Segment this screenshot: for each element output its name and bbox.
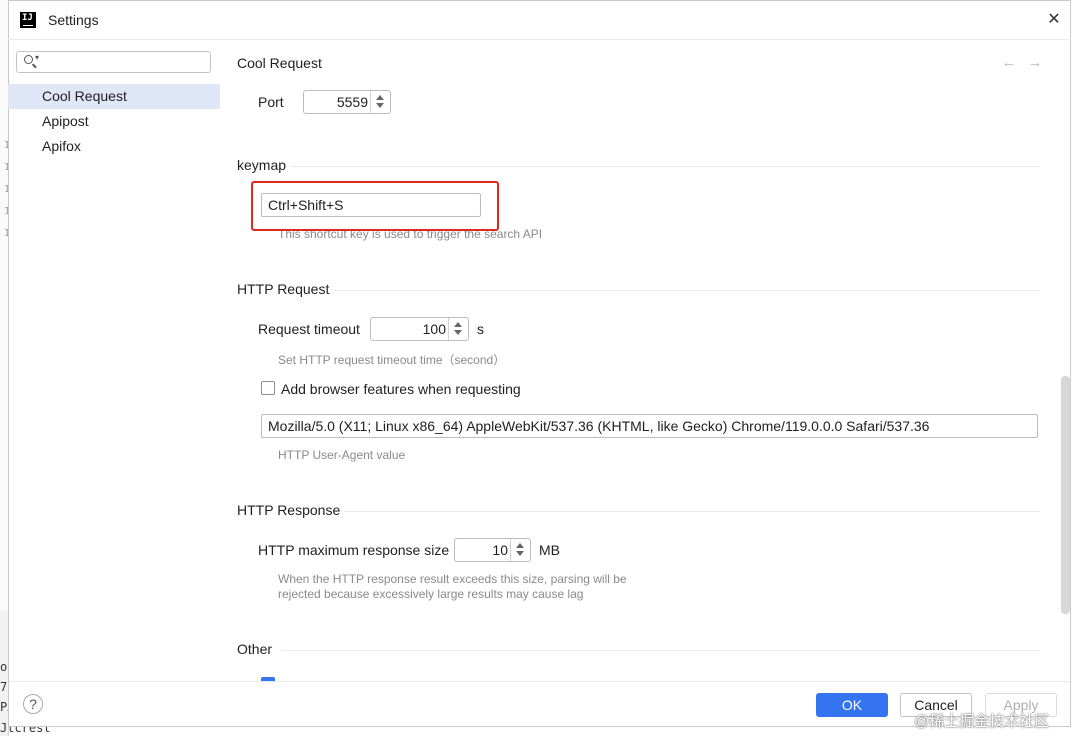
search-input[interactable] [45, 54, 205, 70]
chevron-up-icon[interactable] [516, 543, 524, 548]
browser-features-checkbox[interactable] [261, 381, 275, 395]
sidebar-item-apipost[interactable]: Apipost [8, 109, 220, 134]
section-divider [334, 290, 1040, 291]
request-timeout-spinner[interactable]: 100 [370, 317, 469, 341]
request-timeout-label: Request timeout [258, 321, 360, 337]
timeout-hint: Set HTTP request timeout time（second） [278, 353, 506, 367]
app-logo-icon: IJ [20, 12, 36, 28]
user-agent-hint: HTTP User-Agent value [278, 448, 406, 462]
section-divider [290, 166, 1040, 167]
chevron-up-icon[interactable] [376, 95, 384, 100]
chevron-up-icon[interactable] [454, 322, 462, 327]
window-title: Settings [48, 12, 99, 28]
footer-divider [9, 681, 1070, 682]
spinner-buttons[interactable] [510, 539, 530, 561]
port-spinner[interactable]: 5559 [303, 90, 391, 114]
chevron-down-icon[interactable]: ▾ [35, 53, 39, 62]
section-title-http-response: HTTP Response [237, 502, 341, 518]
timeout-unit: s [477, 321, 484, 337]
request-timeout-value[interactable]: 100 [423, 321, 446, 337]
response-size-hint-line2: rejected because excessively large resul… [278, 587, 584, 601]
ok-button[interactable]: OK [816, 693, 888, 717]
spinner-buttons[interactable] [370, 91, 390, 113]
max-response-size-label: HTTP maximum response size [258, 542, 450, 558]
page-title: Cool Request [237, 55, 322, 71]
content-scrollbar[interactable] [1061, 376, 1070, 614]
highlight-annotation [251, 181, 499, 231]
section-title-keymap: keymap [237, 157, 287, 173]
user-agent-field[interactable]: Mozilla/5.0 (X11; Linux x86_64) AppleWeb… [261, 414, 1038, 438]
watermark: @稀土掘金技术社区 [914, 713, 1050, 730]
max-response-size-spinner[interactable]: 10 [454, 538, 531, 562]
arrow-left-icon[interactable]: ← [1001, 55, 1017, 71]
settings-search-box[interactable]: ▾ [16, 51, 211, 73]
sidebar-item-apifox[interactable]: Apifox [8, 134, 220, 159]
arrow-right-icon[interactable]: → [1027, 55, 1043, 71]
section-title-http-request: HTTP Request [237, 281, 330, 297]
port-value[interactable]: 5559 [337, 94, 368, 110]
browser-features-label[interactable]: Add browser features when requesting [281, 381, 521, 397]
max-response-size-value[interactable]: 10 [492, 542, 508, 558]
spinner-buttons[interactable] [448, 318, 468, 340]
close-icon[interactable]: ✕ [1046, 12, 1062, 28]
sidebar-item-cool-request[interactable]: Cool Request [8, 84, 220, 109]
help-button[interactable]: ? [23, 694, 43, 714]
size-unit: MB [539, 542, 560, 558]
section-title-other: Other [237, 641, 273, 657]
chevron-down-icon[interactable] [454, 330, 462, 335]
chevron-down-icon[interactable] [376, 103, 384, 108]
title-bar [8, 0, 1071, 40]
section-divider [282, 650, 1040, 651]
search-icon [24, 55, 33, 64]
section-divider [344, 511, 1040, 512]
chevron-down-icon[interactable] [516, 551, 524, 556]
response-size-hint-line1: When the HTTP response result exceeds th… [278, 572, 627, 586]
port-label: Port [258, 94, 284, 110]
